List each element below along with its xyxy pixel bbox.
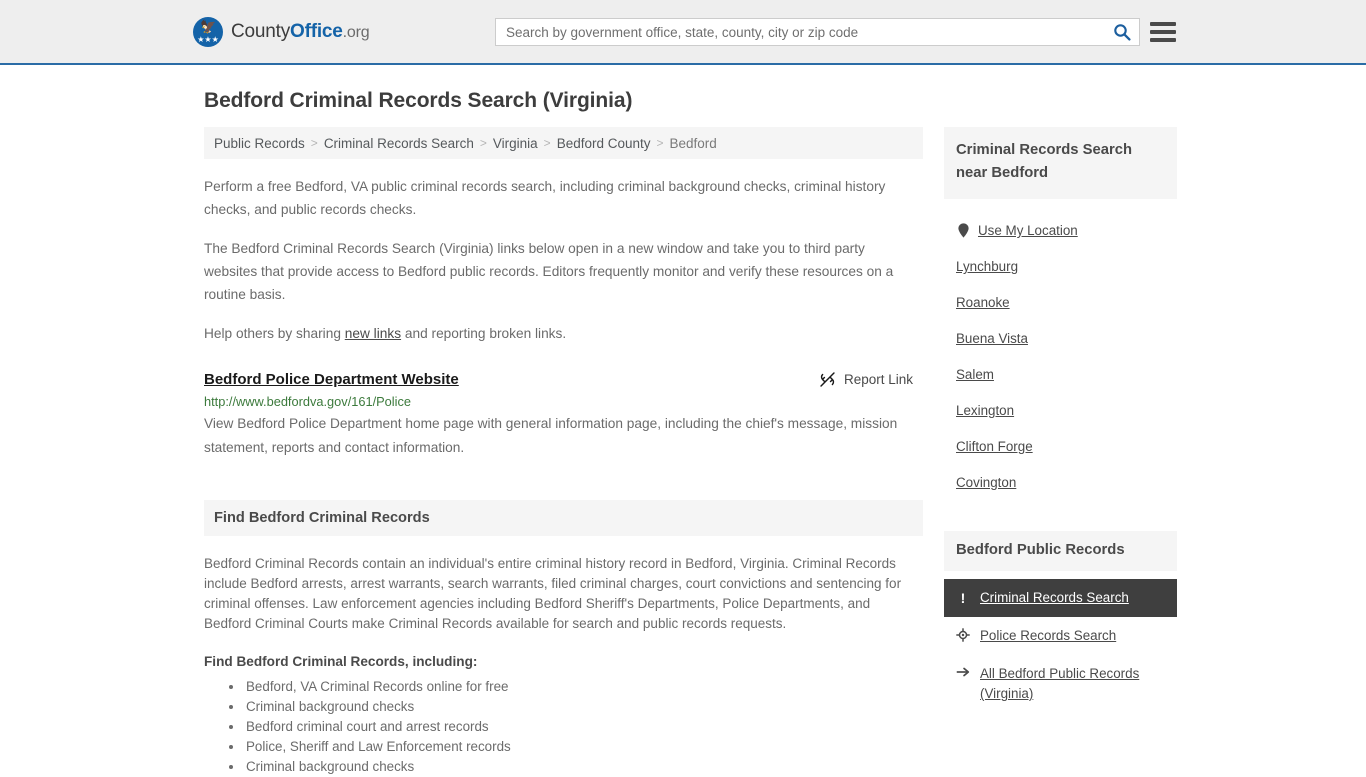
page-title: Bedford Criminal Records Search (Virgini… — [204, 89, 633, 112]
nearby-city-label: Lexington — [956, 403, 1015, 418]
search-icon — [1114, 24, 1131, 41]
brand-part-office: Office — [290, 20, 343, 42]
exclamation-icon: ! — [960, 590, 966, 606]
share-text-before: Help others by sharing — [204, 326, 345, 341]
nearby-search-links: Use My Location Lynchburg Roanoke Buena … — [944, 213, 1177, 501]
breadcrumb-separator-icon: > — [656, 136, 664, 150]
site-logo-link[interactable]: 🦅 ★★★ CountyOffice.org — [193, 16, 370, 47]
eagle-seal-icon: 🦅 ★★★ — [193, 16, 223, 47]
crosshair-icon — [956, 628, 970, 642]
page-content: Bedford Criminal Records Search (Virgini… — [0, 89, 1366, 777]
nav-item-police-records-search[interactable]: Police Records Search — [944, 617, 1177, 655]
breadcrumb-item-bedford: Bedford — [669, 135, 717, 151]
nearby-city-roanoke[interactable]: Roanoke — [944, 285, 1177, 321]
arrow-right-icon — [956, 666, 970, 678]
breadcrumb-separator-icon: > — [310, 136, 318, 150]
hamburger-bar — [1150, 22, 1176, 26]
nearby-city-label: Covington — [956, 475, 1017, 490]
nearby-search-heading: Criminal Records Search near Bedford — [956, 142, 1132, 181]
resource-link-header: Bedford Police Department Website Report… — [204, 371, 923, 388]
nearby-city-covington[interactable]: Covington — [944, 465, 1177, 501]
hamburger-bar — [1150, 30, 1176, 34]
nearby-city-lynchburg[interactable]: Lynchburg — [944, 249, 1177, 285]
find-records-section-header: Find Bedford Criminal Records — [204, 500, 923, 536]
site-header: 🦅 ★★★ CountyOffice.org — [0, 0, 1366, 65]
find-records-subheading: Find Bedford Criminal Records, including… — [204, 654, 478, 669]
broken-link-icon — [820, 372, 835, 387]
breadcrumb-item-public-records[interactable]: Public Records — [214, 136, 305, 151]
hamburger-bar — [1150, 38, 1176, 42]
nearby-city-lexington[interactable]: Lexington — [944, 393, 1177, 429]
nearby-city-clifton-forge[interactable]: Clifton Forge — [944, 429, 1177, 465]
public-records-nav: ! Criminal Records Search Police Records… — [944, 579, 1177, 713]
main-column: Public Records > Criminal Records Search… — [204, 127, 923, 777]
nav-item-label: Criminal Records Search — [980, 590, 1129, 605]
breadcrumb-separator-icon: > — [543, 136, 551, 150]
find-records-paragraph: Bedford Criminal Records contain an indi… — [204, 556, 902, 631]
brand-part-org: .org — [342, 23, 370, 41]
resource-link-title[interactable]: Bedford Police Department Website — [204, 371, 459, 388]
resource-link-entry: Bedford Police Department Website Report… — [204, 371, 923, 460]
resource-link-url: http://www.bedfordva.gov/161/Police — [204, 394, 412, 409]
resource-link-description: View Bedford Police Department home page… — [204, 416, 898, 455]
list-item: Bedford criminal court and arrest record… — [244, 717, 923, 737]
content-columns: Public Records > Criminal Records Search… — [0, 127, 1366, 777]
intro-paragraph-3: Help others by sharing new links and rep… — [204, 322, 916, 345]
list-item: Criminal background checks — [244, 697, 923, 717]
nearby-search-header: Criminal Records Search near Bedford — [944, 127, 1177, 199]
public-records-header: Bedford Public Records — [944, 531, 1177, 571]
breadcrumb-item-criminal-records-search[interactable]: Criminal Records Search — [324, 136, 474, 151]
brand-part-county: County — [231, 20, 291, 42]
brand-wordmark: CountyOffice.org — [231, 20, 370, 43]
nav-item-label: Police Records Search — [980, 628, 1117, 643]
nearby-city-buena-vista[interactable]: Buena Vista — [944, 321, 1177, 357]
list-item: Criminal background checks — [244, 757, 923, 777]
nearby-city-label: Buena Vista — [956, 331, 1028, 346]
nearby-city-label: Salem — [956, 367, 994, 382]
list-item: Police, Sheriff and Law Enforcement reco… — [244, 737, 923, 757]
search-button[interactable] — [1105, 19, 1139, 45]
map-pin-icon — [956, 223, 970, 238]
intro-paragraph-2: The Bedford Criminal Records Search (Vir… — [204, 241, 894, 302]
new-links-link[interactable]: new links — [345, 326, 401, 341]
public-records-heading: Bedford Public Records — [956, 542, 1125, 558]
breadcrumb: Public Records > Criminal Records Search… — [204, 127, 923, 159]
sidebar: Criminal Records Search near Bedford Use… — [944, 127, 1177, 713]
nav-item-all-bedford-public-records[interactable]: All Bedford Public Records (Virginia) — [944, 655, 1177, 713]
nearby-city-label: Clifton Forge — [956, 439, 1033, 454]
list-item: Bedford, VA Criminal Records online for … — [244, 677, 923, 697]
nearby-city-salem[interactable]: Salem — [944, 357, 1177, 393]
report-link-label: Report Link — [843, 372, 913, 387]
use-my-location-label: Use My Location — [978, 223, 1078, 238]
breadcrumb-separator-icon: > — [479, 136, 487, 150]
find-records-heading: Find Bedford Criminal Records — [214, 510, 430, 526]
find-records-bullet-list: Bedford, VA Criminal Records online for … — [204, 677, 923, 777]
nearby-city-label: Roanoke — [956, 295, 1010, 310]
search-bar — [495, 18, 1140, 46]
breadcrumb-item-bedford-county[interactable]: Bedford County — [557, 136, 651, 151]
search-input[interactable] — [496, 19, 1105, 45]
nearby-city-label: Lynchburg — [956, 259, 1019, 274]
share-text-after: and reporting broken links. — [401, 326, 567, 341]
hamburger-menu-icon[interactable] — [1150, 21, 1176, 43]
report-link-button[interactable]: Report Link — [819, 371, 923, 388]
intro-paragraph-1: Perform a free Bedford, VA public crimin… — [204, 179, 886, 217]
nav-item-criminal-records-search[interactable]: ! Criminal Records Search — [944, 579, 1177, 617]
use-my-location-button[interactable]: Use My Location — [944, 213, 1177, 249]
breadcrumb-item-virginia[interactable]: Virginia — [493, 136, 538, 151]
nav-item-label: All Bedford Public Records (Virginia) — [980, 666, 1140, 701]
